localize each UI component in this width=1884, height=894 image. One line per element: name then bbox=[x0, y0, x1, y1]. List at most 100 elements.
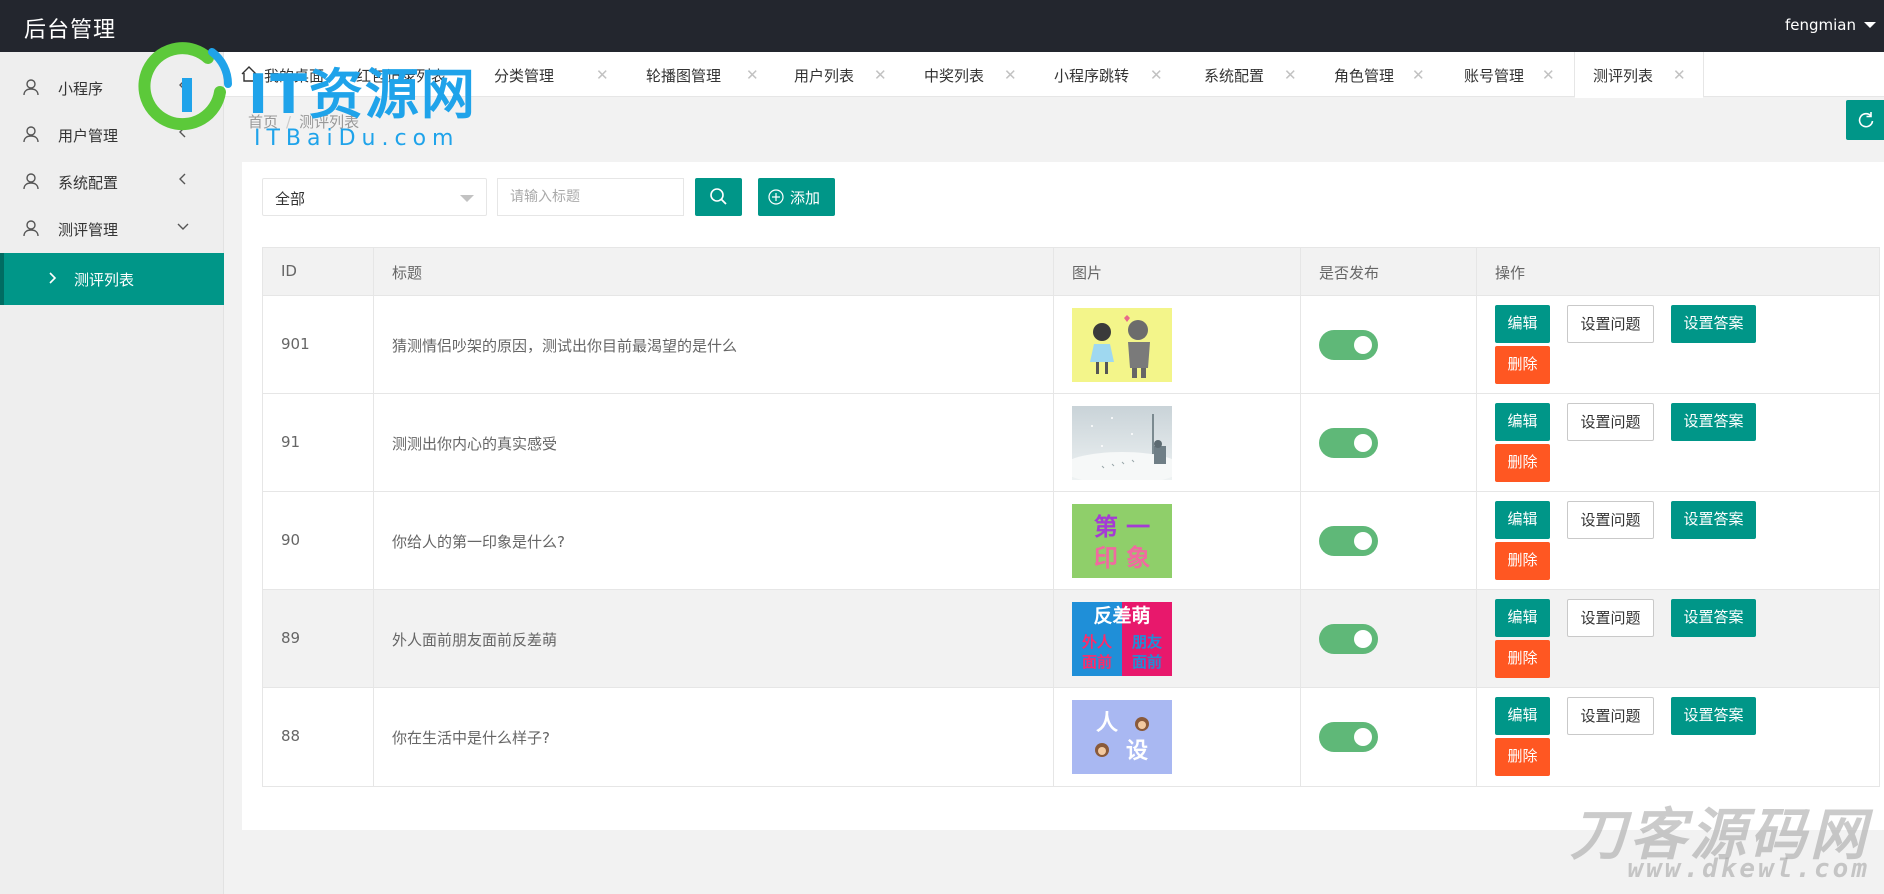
edit-button[interactable]: 编辑 bbox=[1495, 305, 1550, 343]
tab-carousel[interactable]: 轮播图管理 ✕ bbox=[614, 52, 759, 97]
set-questions-button[interactable]: 设置问题 bbox=[1567, 599, 1654, 637]
row-title: 测测出你内心的真实感受 bbox=[392, 435, 558, 453]
user-caret-icon[interactable] bbox=[1864, 22, 1876, 28]
set-answers-button[interactable]: 设置答案 bbox=[1671, 599, 1756, 637]
edit-button[interactable]: 编辑 bbox=[1495, 697, 1550, 735]
add-button-label: 添加 bbox=[790, 189, 821, 207]
edit-button[interactable]: 编辑 bbox=[1495, 501, 1550, 539]
thumb-text-line1: 人 bbox=[1096, 711, 1118, 736]
contrast-cute-thumbnail[interactable]: 反差萌 外人 面前 朋友 面前 bbox=[1072, 602, 1172, 676]
publish-toggle[interactable] bbox=[1319, 428, 1378, 458]
set-questions-button[interactable]: 设置问题 bbox=[1567, 501, 1654, 539]
cell-id: 90 bbox=[263, 492, 374, 590]
add-button[interactable]: 添加 bbox=[758, 178, 835, 216]
delete-button[interactable]: 删除 bbox=[1495, 346, 1550, 384]
tab-role-manage[interactable]: 角色管理 ✕ bbox=[1284, 52, 1425, 97]
breadcrumb-home[interactable]: 首页 bbox=[248, 113, 278, 131]
set-questions-button[interactable]: 设置问题 bbox=[1567, 697, 1654, 735]
user-menu[interactable]: fengmian bbox=[1785, 16, 1856, 34]
tab-my-desktop[interactable]: 我的桌面 bbox=[224, 52, 334, 97]
table-row: 88 你在生活中是什么样子? 人 设 编辑 设置问题 设置答案 删除 bbox=[263, 688, 1879, 786]
user-icon bbox=[23, 126, 39, 143]
sidebar-item-system-config[interactable]: 系统配置 bbox=[0, 158, 224, 205]
publish-toggle[interactable] bbox=[1319, 722, 1378, 752]
tab-prize-list[interactable]: 中奖列表 ✕ bbox=[884, 52, 1017, 97]
close-icon[interactable]: ✕ bbox=[596, 66, 609, 84]
sidebar-subitem-evaluation-list[interactable]: 测评列表 bbox=[0, 253, 224, 305]
refresh-button[interactable] bbox=[1846, 100, 1884, 140]
toggle-knob bbox=[1354, 728, 1372, 746]
set-answers-button[interactable]: 设置答案 bbox=[1671, 697, 1756, 735]
tab-evaluation-list[interactable]: 测评列表 ✕ bbox=[1574, 52, 1704, 98]
header-image: 图片 bbox=[1054, 248, 1301, 296]
sidebar-item-evaluation[interactable]: 测评管理 bbox=[0, 205, 224, 252]
tab-label: 测评列表 bbox=[1593, 67, 1654, 85]
tab-label: 用户列表 bbox=[794, 67, 855, 85]
search-input[interactable] bbox=[497, 178, 684, 216]
tab-category[interactable]: 分类管理 ✕ bbox=[484, 52, 614, 97]
search-button[interactable] bbox=[695, 178, 742, 216]
row-id: 901 bbox=[281, 335, 310, 353]
thumb-text-top: 反差萌 bbox=[1093, 604, 1150, 627]
tab-label: 系统配置 bbox=[1204, 67, 1265, 85]
set-answers-button[interactable]: 设置答案 bbox=[1671, 403, 1756, 441]
close-icon[interactable]: ✕ bbox=[1673, 66, 1686, 84]
couple-thumbnail[interactable] bbox=[1072, 308, 1172, 382]
tab-system-config[interactable]: 系统配置 ✕ bbox=[1154, 52, 1297, 97]
sidebar-subitem-label: 测评列表 bbox=[74, 271, 135, 289]
top-header: 后台管理 fengmian bbox=[0, 0, 1884, 52]
sidebar-item-miniprogram[interactable]: 小程序 bbox=[0, 64, 224, 111]
edit-button[interactable]: 编辑 bbox=[1495, 403, 1550, 441]
thumb-text-line2: 设 bbox=[1126, 739, 1148, 764]
thumb-text-right2: 面前 bbox=[1132, 653, 1162, 671]
header-published: 是否发布 bbox=[1301, 248, 1477, 296]
evaluation-table: ID 标题 图片 是否发布 操作 901 猜测情侣吵架的原因，测试出你目前最渴望… bbox=[262, 247, 1880, 787]
tab-account-manage[interactable]: 账号管理 ✕ bbox=[1414, 52, 1555, 97]
delete-button[interactable]: 删除 bbox=[1495, 640, 1550, 678]
tab-redpacket[interactable]: 红包记录列表 bbox=[334, 52, 484, 97]
set-answers-button[interactable]: 设置答案 bbox=[1671, 501, 1756, 539]
snow-scene-thumbnail[interactable] bbox=[1072, 406, 1172, 480]
chevron-right-icon bbox=[49, 272, 57, 284]
sidebar-item-users[interactable]: 用户管理 bbox=[0, 111, 224, 158]
tab-label: 我的桌面 bbox=[264, 67, 325, 85]
user-icon bbox=[23, 173, 39, 190]
tab-label: 红包记录列表 bbox=[356, 67, 447, 85]
set-questions-button[interactable]: 设置问题 bbox=[1567, 305, 1654, 343]
persona-thumbnail[interactable]: 人 设 bbox=[1072, 700, 1172, 774]
close-icon[interactable]: ✕ bbox=[1542, 66, 1555, 84]
category-select[interactable]: 全部 bbox=[262, 178, 487, 216]
cell-published bbox=[1301, 394, 1477, 492]
toggle-knob bbox=[1354, 434, 1372, 452]
tab-miniprogram-jump[interactable]: 小程序跳转 ✕ bbox=[1014, 52, 1163, 97]
sidebar-item-label: 用户管理 bbox=[58, 127, 119, 145]
breadcrumb-separator: / bbox=[286, 113, 292, 131]
delete-button[interactable]: 删除 bbox=[1495, 444, 1550, 482]
publish-toggle[interactable] bbox=[1319, 526, 1378, 556]
cell-id: 88 bbox=[263, 688, 374, 786]
delete-button[interactable]: 删除 bbox=[1495, 542, 1550, 580]
first-impression-thumbnail[interactable]: 第 一 印 象 bbox=[1072, 504, 1172, 578]
set-answers-button[interactable]: 设置答案 bbox=[1671, 305, 1756, 343]
user-icon bbox=[23, 220, 39, 237]
tab-label: 账号管理 bbox=[1464, 67, 1525, 85]
cell-published bbox=[1301, 590, 1477, 688]
header-id: ID bbox=[263, 248, 374, 296]
select-value: 全部 bbox=[275, 190, 306, 208]
tab-label: 角色管理 bbox=[1334, 67, 1395, 85]
row-id: 89 bbox=[281, 629, 301, 647]
thumb-text-left1: 外人 bbox=[1081, 633, 1113, 651]
header-title: 标题 bbox=[374, 248, 1054, 296]
thumb-text-line2: 印 象 bbox=[1094, 544, 1150, 572]
publish-toggle[interactable] bbox=[1319, 624, 1378, 654]
delete-button[interactable]: 删除 bbox=[1495, 738, 1550, 776]
cell-actions: 编辑 设置问题 设置答案 删除 bbox=[1477, 590, 1881, 688]
cell-id: 89 bbox=[263, 590, 374, 688]
edit-button[interactable]: 编辑 bbox=[1495, 599, 1550, 637]
tab-user-list[interactable]: 用户列表 ✕ bbox=[754, 52, 887, 97]
publish-toggle[interactable] bbox=[1319, 330, 1378, 360]
table-row: 90 你给人的第一印象是什么? 第 一 印 象 编辑 设置问题 设置答案 删除 bbox=[263, 492, 1879, 590]
sidebar: 小程序 用户管理 系统配置 测评管理 测评列表 bbox=[0, 52, 224, 894]
set-questions-button[interactable]: 设置问题 bbox=[1567, 403, 1654, 441]
cell-image bbox=[1054, 394, 1301, 492]
